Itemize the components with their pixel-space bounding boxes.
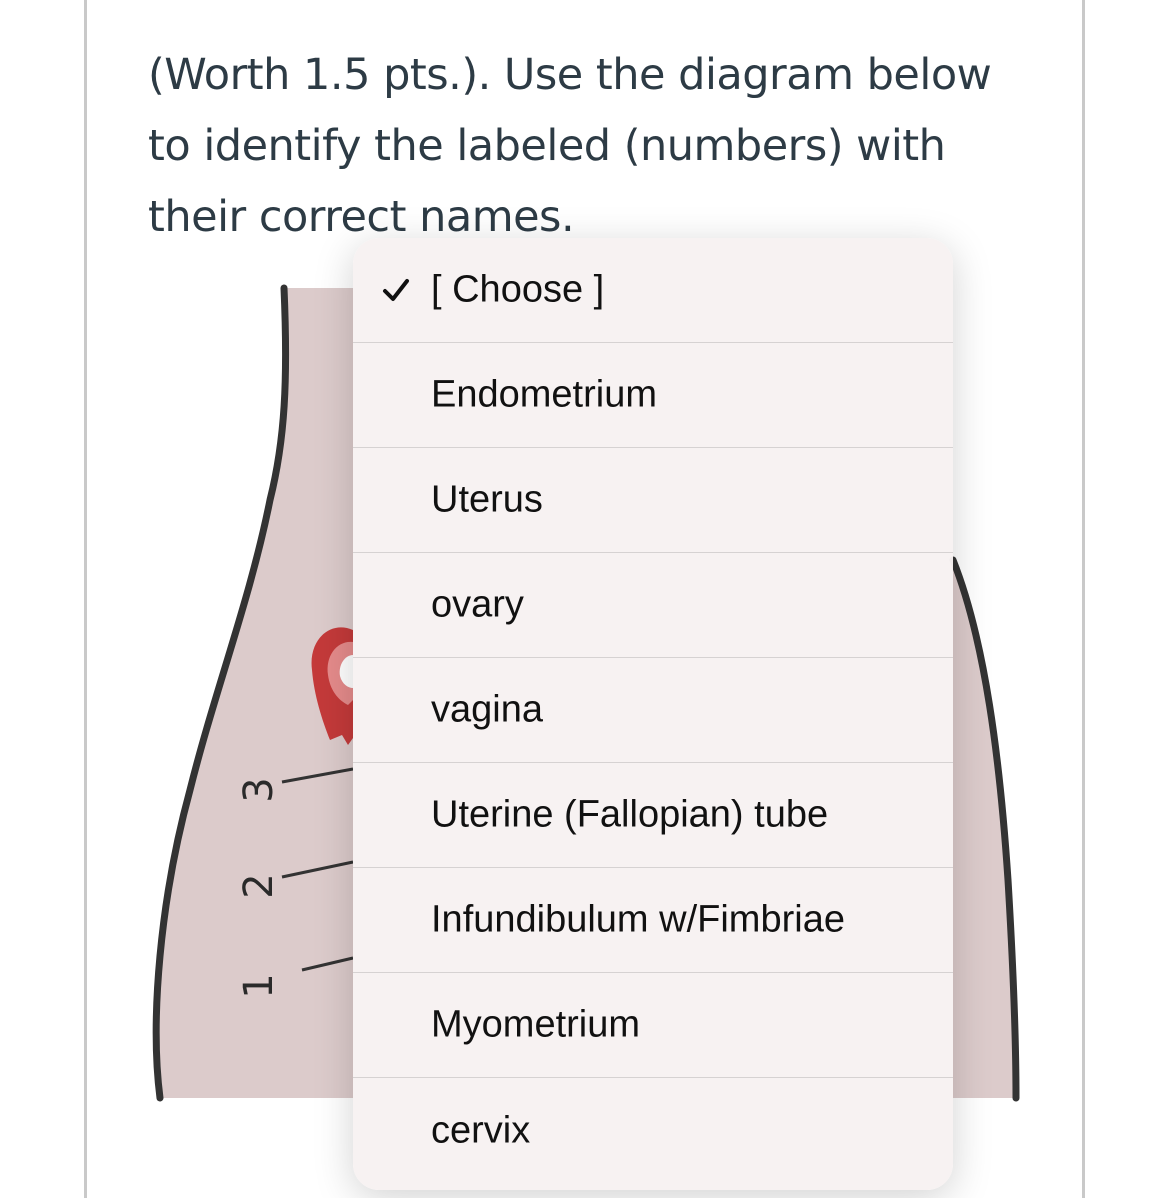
dropdown-option-choose[interactable]: [ Choose ]: [353, 238, 953, 343]
dropdown-option-label: Endometrium: [431, 373, 657, 416]
dropdown-option-label: cervix: [431, 1109, 531, 1151]
dropdown-option-endometrium[interactable]: Endometrium: [353, 343, 953, 448]
answer-dropdown-menu[interactable]: [ Choose ] Endometrium Uterus ovary vagi…: [353, 238, 953, 1190]
dropdown-option-label: vagina: [431, 688, 543, 731]
dropdown-option-vagina[interactable]: vagina: [353, 658, 953, 763]
dropdown-option-uterine-tube[interactable]: Uterine (Fallopian) tube: [353, 763, 953, 868]
dropdown-option-label: Uterus: [431, 478, 543, 521]
label-1: 1: [236, 973, 282, 998]
label-2: 2: [236, 873, 282, 898]
dropdown-option-label: Myometrium: [431, 1003, 641, 1046]
dropdown-option-label: Infundibulum w/Fimbriae: [431, 898, 845, 941]
dropdown-option-myometrium[interactable]: Myometrium: [353, 973, 953, 1078]
dropdown-option-uterus[interactable]: Uterus: [353, 448, 953, 553]
dropdown-option-label: ovary: [431, 583, 524, 626]
checkmark-icon: [383, 279, 409, 301]
dropdown-option-cervix[interactable]: cervix: [353, 1078, 953, 1183]
dropdown-option-label: [ Choose ]: [431, 268, 605, 311]
dropdown-option-ovary[interactable]: ovary: [353, 553, 953, 658]
dropdown-option-label: Uterine (Fallopian) tube: [431, 793, 829, 836]
label-3: 3: [236, 777, 282, 802]
dropdown-option-infundibulum[interactable]: Infundibulum w/Fimbriae: [353, 868, 953, 973]
